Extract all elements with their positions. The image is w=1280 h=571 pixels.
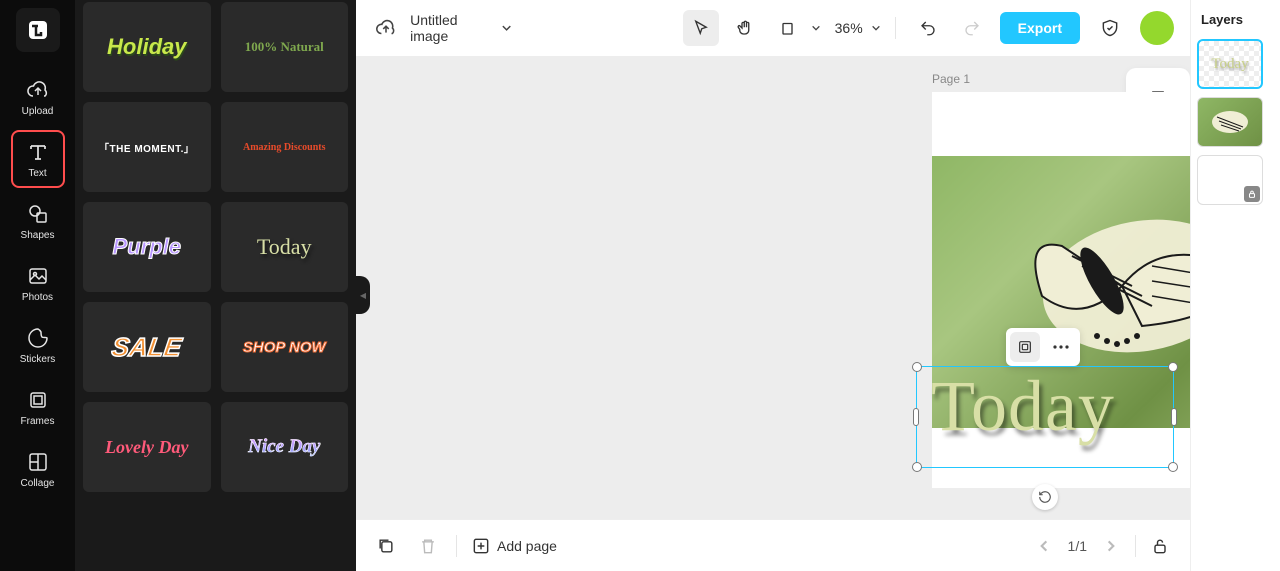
preset-niceday[interactable]: Nice Day	[221, 402, 349, 492]
layer-text[interactable]: Today	[1197, 39, 1263, 89]
resize-handle-tl[interactable]	[912, 362, 922, 372]
zoom-value: 36%	[835, 20, 863, 36]
resize-handle-tr[interactable]	[1168, 362, 1178, 372]
tool-photos-label: Photos	[22, 292, 53, 303]
lock-button[interactable]	[1146, 532, 1174, 560]
text-presets-panel[interactable]: Holiday 100% Natural 「THE MOMENT.」 Amazi…	[75, 0, 356, 571]
collage-icon	[25, 449, 51, 475]
preset-sale[interactable]: SALE	[83, 302, 211, 392]
text-icon	[25, 139, 51, 165]
preset-purple[interactable]: Purple	[83, 202, 211, 292]
app-logo[interactable]	[16, 8, 60, 52]
tool-text[interactable]: Text	[11, 130, 65, 188]
resize-handle-l[interactable]	[913, 408, 919, 426]
tool-frames[interactable]: Frames	[11, 378, 65, 436]
shapes-icon	[25, 201, 51, 227]
layer-image[interactable]	[1197, 97, 1263, 147]
cloud-upload-icon	[25, 77, 51, 103]
tool-shapes[interactable]: Shapes	[11, 192, 65, 250]
tool-upload[interactable]: Upload	[11, 68, 65, 126]
chevron-down-icon	[871, 23, 881, 33]
rotate-handle[interactable]	[1032, 484, 1058, 510]
undo-button[interactable]	[910, 10, 946, 46]
preset-holiday[interactable]: Holiday	[83, 2, 211, 92]
tool-upload-label: Upload	[22, 106, 54, 117]
resize-handle-bl[interactable]	[912, 462, 922, 472]
canvas-text-today[interactable]: Today	[931, 365, 1115, 448]
tool-frames-label: Frames	[21, 416, 55, 427]
user-avatar[interactable]	[1140, 11, 1174, 45]
preset-lovelyday[interactable]: Lovely Day	[83, 402, 211, 492]
delete-page-button[interactable]	[414, 532, 442, 560]
add-page-label: Add page	[497, 538, 557, 554]
bottom-bar: Add page 1/1	[356, 519, 1190, 571]
divider	[456, 535, 457, 557]
shield-button[interactable]	[1092, 10, 1128, 46]
duplicate-page-button[interactable]	[372, 532, 400, 560]
hand-tool[interactable]	[727, 10, 763, 46]
divider	[1135, 535, 1136, 557]
resize-canvas-button[interactable]	[771, 10, 807, 46]
cursor-tool[interactable]	[683, 10, 719, 46]
photos-icon	[25, 263, 51, 289]
tool-photos[interactable]: Photos	[11, 254, 65, 312]
canvas-region: Page 1	[356, 56, 1190, 519]
main-area: Untitled image 36% Export Page 1	[356, 0, 1190, 571]
tool-shapes-label: Shapes	[21, 230, 55, 241]
resize-handle-br[interactable]	[1168, 462, 1178, 472]
chevron-down-icon[interactable]	[811, 23, 821, 33]
cloud-save-button[interactable]	[372, 13, 400, 43]
more-options-button[interactable]	[1046, 332, 1076, 362]
selection-toolbar	[1006, 328, 1080, 366]
chevron-down-icon	[501, 22, 512, 34]
zoom-control[interactable]: 36%	[835, 20, 881, 36]
divider	[895, 17, 896, 39]
add-page-button[interactable]: Add page	[471, 536, 557, 556]
top-bar: Untitled image 36% Export	[356, 0, 1190, 56]
layers-title: Layers	[1197, 12, 1274, 27]
canvas-area[interactable]: Page 1	[356, 56, 1126, 519]
lock-icon	[1244, 186, 1260, 202]
layer-background[interactable]	[1197, 155, 1263, 205]
resize-handle-r[interactable]	[1171, 408, 1177, 426]
preset-discounts[interactable]: Amazing Discounts	[221, 102, 349, 192]
background-remove-button[interactable]	[1010, 332, 1040, 362]
tool-collage[interactable]: Collage	[11, 440, 65, 498]
document-title-text: Untitled image	[410, 12, 493, 44]
left-toolbar: Upload Text Shapes Photos Stickers Frame…	[0, 0, 75, 571]
page-label: Page 1	[932, 72, 970, 86]
next-page-button[interactable]	[1097, 532, 1125, 560]
tool-stickers-label: Stickers	[20, 354, 56, 365]
preset-shopnow[interactable]: SHOP NOW	[221, 302, 349, 392]
layers-panel: Layers Today	[1190, 0, 1280, 571]
document-title[interactable]: Untitled image	[410, 12, 513, 44]
panel-collapse-handle[interactable]: ◀	[356, 276, 370, 314]
preset-today[interactable]: Today	[221, 202, 349, 292]
preset-moment[interactable]: 「THE MOMENT.」	[83, 102, 211, 192]
tool-stickers[interactable]: Stickers	[11, 316, 65, 374]
frames-icon	[25, 387, 51, 413]
preset-natural[interactable]: 100% Natural	[221, 2, 349, 92]
stickers-icon	[25, 325, 51, 351]
add-page-icon	[471, 536, 491, 556]
redo-button[interactable]	[954, 10, 990, 46]
prev-page-button[interactable]	[1030, 532, 1058, 560]
tool-collage-label: Collage	[21, 478, 55, 489]
export-button[interactable]: Export	[1000, 12, 1080, 44]
page-indicator: 1/1	[1068, 538, 1087, 554]
tool-text-label: Text	[28, 168, 46, 179]
text-selection-box[interactable]: Today	[916, 366, 1174, 468]
layer-text-preview: Today	[1211, 56, 1248, 73]
